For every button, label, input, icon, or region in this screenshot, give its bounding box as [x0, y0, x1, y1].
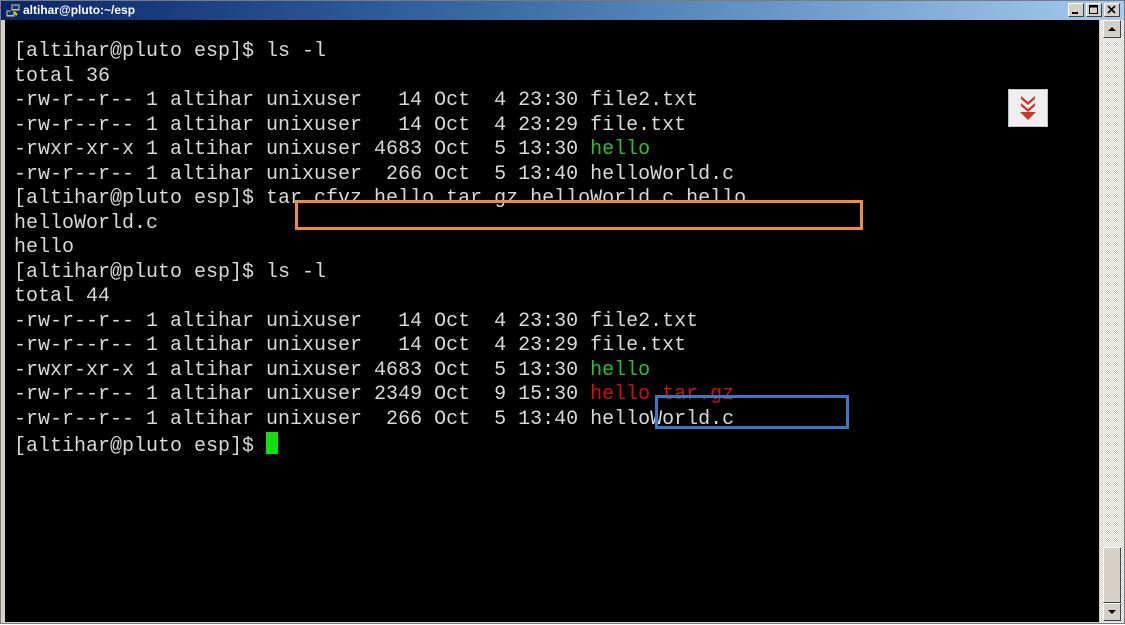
terminal-line: -rw-r--r-- 1 altihar unixuser 266 Oct 5 … [14, 163, 746, 188]
terminal-text: total 36 [14, 64, 111, 88]
terminal-text: -rw-r--r-- 1 altihar unixuser 266 Oct 5 … [14, 162, 735, 186]
command-highlight-box [295, 200, 863, 230]
vertical-scrollbar[interactable] [1100, 20, 1124, 623]
putty-icon [5, 3, 21, 18]
terminal-line: -rw-r--r-- 1 altihar unixuser 14 Oct 4 2… [14, 310, 746, 335]
scroll-down-button[interactable] [1103, 603, 1121, 621]
terminal-line: hello [14, 236, 746, 261]
terminal-screen[interactable]: [altihar@pluto esp]$ ls -l total 36 -rw-r-… [5, 20, 1099, 622]
terminal-text: -rw-r--r-- 1 altihar unixuser 14 Oct 4 2… [14, 113, 687, 137]
window-title: altihar@pluto:~/esp [23, 3, 136, 17]
terminal-text: -rw-r--r-- 1 altihar unixuser 266 Oct 5 … [14, 407, 735, 431]
terminal-line: [altihar@pluto esp]$ ls -l [14, 261, 746, 286]
terminal-window: altihar@pluto:~/esp [altihar@pluto esp]$… [0, 0, 1125, 624]
arrow-down-icon [1108, 610, 1116, 614]
terminal-text: -rwxr-xr-x 1 altihar unixuser 4683 Oct 5… [14, 138, 591, 161]
terminal-text: -rwxr-xr-x 1 altihar unixuser 4683 Oct 5… [14, 358, 591, 382]
terminal-line: total 44 [14, 285, 746, 310]
terminal-text: total 44 [14, 285, 111, 308]
close-icon [1107, 5, 1116, 14]
terminal-line: -rw-r--r-- 1 altihar unixuser 14 Oct 4 2… [14, 334, 746, 359]
terminal-line: [altihar@pluto esp]$ ls -l [14, 40, 746, 65]
double-chevron-down-icon[interactable] [1008, 89, 1048, 127]
terminal-line: -rw-r--r-- 1 altihar unixuser 14 Oct 4 2… [14, 89, 746, 114]
terminal-text: hello [590, 358, 651, 382]
terminal-line: -rwxr-xr-x 1 altihar unixuser 4683 Oct 5… [14, 359, 746, 384]
scroll-up-button[interactable] [1103, 20, 1121, 38]
terminal-text: -rw-r--r-- 1 altihar unixuser 14 Oct 4 2… [14, 334, 687, 357]
close-button[interactable] [1104, 3, 1120, 17]
terminal-text: -rw-r--r-- 1 altihar unixuser 14 Oct 4 2… [14, 89, 699, 112]
terminal-line: total 36 [14, 65, 746, 90]
terminal-line: -rw-r--r-- 1 altihar unixuser 14 Oct 4 2… [14, 114, 746, 139]
terminal-text: hello [14, 236, 75, 259]
minimize-icon [1072, 12, 1078, 14]
minimize-button[interactable] [1068, 3, 1084, 17]
maximize-button[interactable] [1086, 3, 1102, 17]
archive-highlight-box [655, 395, 849, 429]
terminal-line: -rw-r--r-- 1 altihar unixuser 2349 Oct 9… [14, 383, 746, 408]
terminal-text: helloWorld.c [14, 211, 159, 235]
terminal-text: hello [590, 138, 651, 161]
scrollbar-thumb[interactable] [1103, 547, 1121, 603]
terminal-output: [altihar@pluto esp]$ ls -l total 36 -rw-r-… [14, 40, 746, 458]
title-bar[interactable]: altihar@pluto:~/esp [1, 1, 1124, 20]
maximize-icon [1089, 5, 1098, 14]
terminal-text: [altihar@pluto esp]$ ls -l [14, 260, 327, 284]
terminal-text: [altihar@pluto esp]$ [14, 435, 267, 458]
terminal-line: -rwxr-xr-x 1 altihar unixuser 4683 Oct 5… [14, 138, 746, 163]
terminal-text: -rw-r--r-- 1 altihar unixuser 14 Oct 4 2… [14, 309, 699, 333]
terminal-line: [altihar@pluto esp]$ [14, 432, 746, 458]
terminal-text: -rw-r--r-- 1 altihar unixuser 2349 Oct 9… [14, 383, 591, 406]
arrow-up-icon [1108, 27, 1116, 31]
terminal-cursor [266, 432, 279, 454]
terminal-line: -rw-r--r-- 1 altihar unixuser 266 Oct 5 … [14, 408, 746, 433]
terminal-text: [altihar@pluto esp]$ ls -l [14, 40, 327, 63]
